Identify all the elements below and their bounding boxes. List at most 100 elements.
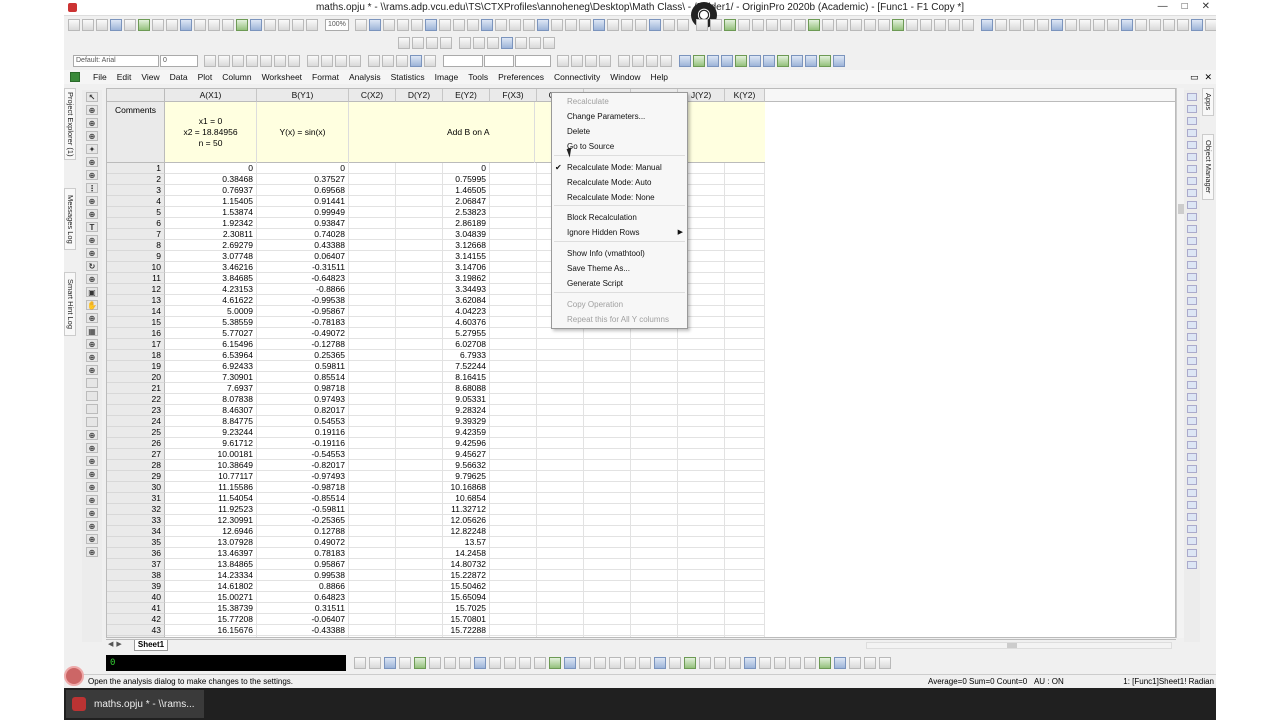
table-cell[interactable]: 11.92523 — [165, 504, 257, 515]
row-number[interactable]: 37 — [107, 559, 165, 570]
table-cell[interactable] — [678, 416, 725, 427]
table-cell[interactable]: 2.86189 — [443, 218, 490, 229]
table-cell[interactable] — [725, 372, 765, 383]
table-cell[interactable] — [490, 185, 537, 196]
toolbar-button-icon[interactable] — [693, 55, 705, 67]
toolbar-combo[interactable] — [515, 55, 551, 67]
table-cell[interactable] — [678, 636, 725, 637]
table-cell[interactable] — [490, 218, 537, 229]
table-cell[interactable] — [537, 537, 584, 548]
context-menu-item[interactable]: Generate Script — [552, 277, 687, 291]
table-cell[interactable] — [396, 515, 443, 526]
toolbar-button-icon[interactable] — [425, 19, 437, 31]
toolbar-button-icon[interactable] — [906, 19, 918, 31]
row-number[interactable]: 43 — [107, 625, 165, 636]
toolbar-button-icon[interactable] — [246, 55, 258, 67]
toolbar-button-icon[interactable] — [677, 19, 689, 31]
table-cell[interactable] — [678, 372, 725, 383]
bottom-toolbar-icon[interactable] — [579, 657, 591, 669]
toolbar-button-icon[interactable] — [288, 55, 300, 67]
table-cell[interactable]: -0.59811 — [257, 504, 349, 515]
table-cell[interactable]: 10.38649 — [165, 460, 257, 471]
minimize-icon[interactable]: — — [1158, 1, 1168, 12]
toolbar-button-icon[interactable] — [710, 19, 722, 31]
row-number[interactable]: 36 — [107, 548, 165, 559]
table-cell[interactable]: 4.04223 — [443, 306, 490, 317]
dock-tab-left[interactable]: Smart Hint Log — [64, 272, 76, 336]
table-cell[interactable] — [678, 603, 725, 614]
column-header[interactable]: A(X1) — [165, 89, 257, 102]
row-number[interactable]: 7 — [107, 229, 165, 240]
tool-icon[interactable]: ✦ — [86, 144, 98, 154]
row-number[interactable]: 18 — [107, 350, 165, 361]
table-cell[interactable]: 2.69279 — [165, 240, 257, 251]
object-tool-icon[interactable] — [1187, 189, 1197, 197]
toolbar-button-icon[interactable] — [805, 55, 817, 67]
table-cell[interactable] — [349, 372, 396, 383]
tool-icon[interactable]: ⊕ — [86, 495, 98, 505]
row-number[interactable]: 5 — [107, 207, 165, 218]
table-cell[interactable]: 11.15586 — [165, 482, 257, 493]
bottom-toolbar-icon[interactable] — [399, 657, 411, 669]
object-tool-icon[interactable] — [1187, 201, 1197, 209]
table-cell[interactable]: 0.85514 — [257, 372, 349, 383]
table-cell[interactable] — [396, 559, 443, 570]
tool-icon[interactable] — [86, 417, 98, 427]
table-cell[interactable] — [490, 504, 537, 515]
toolbar-button-icon[interactable] — [791, 55, 803, 67]
table-cell[interactable]: -0.78183 — [257, 317, 349, 328]
table-cell[interactable] — [631, 339, 678, 350]
table-cell[interactable] — [349, 339, 396, 350]
table-cell[interactable]: 10.00181 — [165, 449, 257, 460]
table-cell[interactable] — [631, 559, 678, 570]
table-cell[interactable] — [396, 262, 443, 273]
table-cell[interactable]: -0.85514 — [257, 493, 349, 504]
toolbar-button-icon[interactable] — [864, 19, 876, 31]
toolbar-button-icon[interactable] — [292, 19, 304, 31]
table-cell[interactable] — [584, 438, 631, 449]
table-cell[interactable] — [537, 328, 584, 339]
table-cell[interactable]: -0.95867 — [257, 306, 349, 317]
table-cell[interactable] — [631, 460, 678, 471]
toolbar-button-icon[interactable] — [1079, 19, 1091, 31]
table-cell[interactable] — [584, 581, 631, 592]
tool-icon[interactable]: ⊕ — [86, 248, 98, 258]
table-cell[interactable] — [584, 603, 631, 614]
bottom-toolbar-icon[interactable] — [789, 657, 801, 669]
table-cell[interactable] — [537, 559, 584, 570]
mdi-restore-icon[interactable]: ▭ — [1190, 72, 1199, 83]
toolbar-button-icon[interactable] — [278, 19, 290, 31]
table-cell[interactable] — [584, 350, 631, 361]
column-header[interactable]: F(X3) — [490, 89, 537, 102]
toolbar-combo[interactable] — [443, 55, 483, 67]
toolbar-button-icon[interactable] — [1191, 19, 1203, 31]
table-cell[interactable]: -0.97493 — [257, 471, 349, 482]
table-cell[interactable] — [631, 471, 678, 482]
table-cell[interactable] — [349, 262, 396, 273]
object-tool-icon[interactable] — [1187, 453, 1197, 461]
table-cell[interactable] — [631, 328, 678, 339]
table-cell[interactable] — [678, 394, 725, 405]
table-cell[interactable] — [725, 636, 765, 637]
table-cell[interactable] — [725, 174, 765, 185]
object-tool-icon[interactable] — [1187, 501, 1197, 509]
bottom-toolbar-icon[interactable] — [534, 657, 546, 669]
toolbar-button-icon[interactable] — [735, 55, 747, 67]
table-cell[interactable] — [631, 504, 678, 515]
toolbar-button-icon[interactable] — [529, 37, 541, 49]
table-cell[interactable] — [678, 570, 725, 581]
table-cell[interactable] — [396, 537, 443, 548]
row-number[interactable]: 32 — [107, 504, 165, 515]
toolbar-button-icon[interactable] — [819, 55, 831, 67]
table-cell[interactable] — [490, 592, 537, 603]
table-cell[interactable] — [490, 471, 537, 482]
dock-tab-right[interactable]: Object Manager — [1202, 134, 1214, 200]
table-cell[interactable] — [584, 361, 631, 372]
table-cell[interactable] — [490, 559, 537, 570]
toolbar-button-icon[interactable] — [599, 55, 611, 67]
table-cell[interactable] — [584, 526, 631, 537]
table-cell[interactable] — [349, 493, 396, 504]
toolbar-button-icon[interactable] — [398, 37, 410, 49]
table-cell[interactable] — [584, 592, 631, 603]
table-cell[interactable] — [490, 295, 537, 306]
